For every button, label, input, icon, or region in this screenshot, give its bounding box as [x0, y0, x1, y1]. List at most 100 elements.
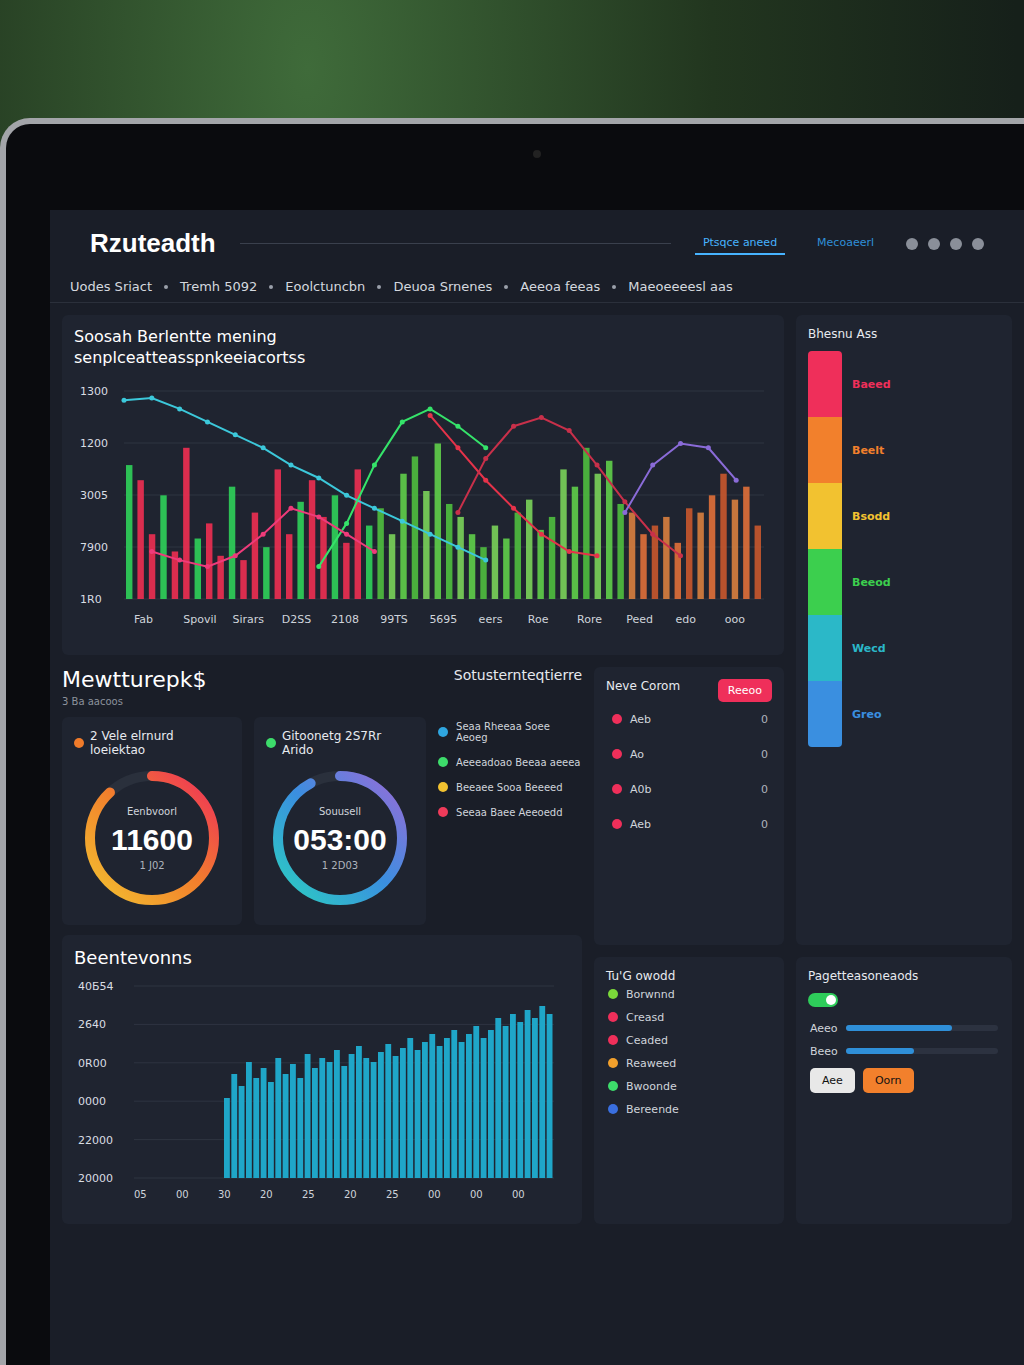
- toolbar-icon[interactable]: [906, 238, 918, 250]
- line-point: [261, 531, 266, 536]
- x-label: 20: [260, 1189, 273, 1200]
- chart-line: [625, 443, 736, 512]
- x-label: Peed: [626, 613, 653, 626]
- toolbar-icon[interactable]: [928, 238, 940, 250]
- line-point: [344, 520, 349, 525]
- list-item[interactable]: Ceaded: [606, 1029, 772, 1052]
- chart-bar: [480, 547, 486, 599]
- chart-line: [152, 508, 375, 566]
- chart-bar: [755, 525, 761, 598]
- section-caption: Sotusternteqtierre: [454, 667, 582, 683]
- chart-bar: [595, 473, 601, 598]
- nav-item[interactable]: Aeeoa feeas: [520, 279, 600, 294]
- x-label: 00: [428, 1189, 441, 1200]
- gauge-track: [278, 776, 402, 900]
- legend-label: Beeaee Sooa Beeeed: [456, 782, 562, 793]
- chart-bar: [400, 1048, 406, 1178]
- dashboard-grid: Soosah Berlentte meningsenplceatteasspnk…: [50, 303, 1024, 1236]
- chart-bar: [532, 1018, 538, 1178]
- chart-bar: [525, 1010, 531, 1178]
- x-label: 00: [176, 1189, 189, 1200]
- legend-dot: [438, 757, 448, 767]
- list-item[interactable]: Bwoonde: [606, 1075, 772, 1098]
- header-tab[interactable]: Mecoaeerl: [809, 232, 882, 255]
- chart-bar: [510, 1014, 516, 1178]
- progress-fill: [846, 1048, 914, 1054]
- x-label: 25: [386, 1189, 399, 1200]
- chart-bar: [309, 480, 315, 599]
- nav-item[interactable]: Uodes Sriact: [70, 279, 152, 294]
- chart-bar: [377, 508, 383, 599]
- x-label: Sirars: [232, 613, 264, 626]
- line-point: [455, 423, 460, 428]
- alert-row[interactable]: Aeb0: [606, 807, 772, 842]
- list-label: Bereende: [626, 1103, 679, 1116]
- chart-bar: [709, 495, 715, 599]
- nav-item[interactable]: Tremh 5092: [180, 279, 257, 294]
- app-logo[interactable]: Rzuteadth: [90, 228, 216, 259]
- chart-bar: [268, 1082, 274, 1178]
- gauge-value: 053:00: [293, 823, 386, 856]
- alert-row[interactable]: Ao0: [606, 737, 772, 772]
- list-item[interactable]: Borwnnd: [606, 983, 772, 1006]
- line-point: [511, 423, 516, 428]
- nav-item[interactable]: Maeoeeeesl aas: [628, 279, 732, 294]
- list-item[interactable]: Reaweed: [606, 1052, 772, 1075]
- header-rule: [240, 243, 671, 244]
- chart-bar: [743, 486, 749, 598]
- legend-dot: [438, 782, 448, 792]
- grid-line: [124, 494, 764, 495]
- line-point: [483, 456, 488, 461]
- chart-bar: [503, 538, 509, 598]
- color-segment: [808, 681, 842, 747]
- category-label: Greo: [852, 681, 891, 747]
- alert-label-group: Ao: [610, 743, 646, 766]
- x-label: 2108: [331, 613, 359, 626]
- alert-dot: [612, 819, 622, 829]
- line-point: [316, 475, 321, 480]
- alert-row[interactable]: Aeb0: [606, 702, 772, 737]
- chart-bar: [283, 1074, 289, 1178]
- list-dot: [608, 989, 618, 999]
- line-point: [177, 406, 182, 411]
- nav-item[interactable]: Deuoa Srnenes: [393, 279, 492, 294]
- progress-row: Aeeo: [808, 1017, 1000, 1040]
- chart-bar: [617, 504, 623, 599]
- action-button[interactable]: Oorn: [863, 1068, 914, 1093]
- action-button[interactable]: Aee: [810, 1068, 855, 1093]
- chart-line: [319, 408, 486, 566]
- chart-bar: [686, 508, 692, 599]
- chart-bar: [446, 504, 452, 599]
- line-point: [706, 445, 711, 450]
- gauge-label: Souusell: [319, 806, 361, 817]
- header: Rzuteadth Ptsqce aneed Mecoaeerl: [50, 210, 1024, 271]
- alert-label: Aeb: [630, 818, 651, 831]
- chart-bar: [343, 542, 349, 598]
- chart-bar: [488, 1030, 494, 1178]
- color-scale: [808, 351, 842, 747]
- x-label: eers: [479, 613, 503, 626]
- alert-row[interactable]: A0b0: [606, 772, 772, 807]
- list-item[interactable]: Bereende: [606, 1098, 772, 1121]
- toolbar-icon[interactable]: [950, 238, 962, 250]
- panel-title: Pagetteasoneaods: [808, 969, 1000, 983]
- line-point: [233, 432, 238, 437]
- y-tick: 1200: [80, 437, 108, 450]
- toolbar-icon[interactable]: [972, 238, 984, 250]
- header-tab[interactable]: Ptsqce aneed: [695, 232, 785, 255]
- chart-bar: [697, 512, 703, 598]
- list-item[interactable]: Creasd: [606, 1006, 772, 1029]
- progress-row: Beeo: [808, 1040, 1000, 1063]
- main-chart-panel: Soosah Berlentte meningsenplceatteasspnk…: [62, 315, 784, 655]
- line-point: [567, 428, 572, 433]
- chart-bar: [435, 443, 441, 599]
- nav-item[interactable]: Eoolctuncbn: [285, 279, 365, 294]
- alerts-button[interactable]: Reeoo: [718, 679, 772, 702]
- line-point: [483, 445, 488, 450]
- chart-bar: [239, 1086, 245, 1178]
- line-point: [400, 518, 405, 523]
- category-labels: BaeedBeeltBsoddBeeodWecdGreo: [852, 351, 891, 747]
- alerts-header: Neve CoromReeoo: [606, 679, 772, 702]
- x-label: 99TS: [380, 613, 408, 626]
- toggle-switch[interactable]: [808, 993, 838, 1007]
